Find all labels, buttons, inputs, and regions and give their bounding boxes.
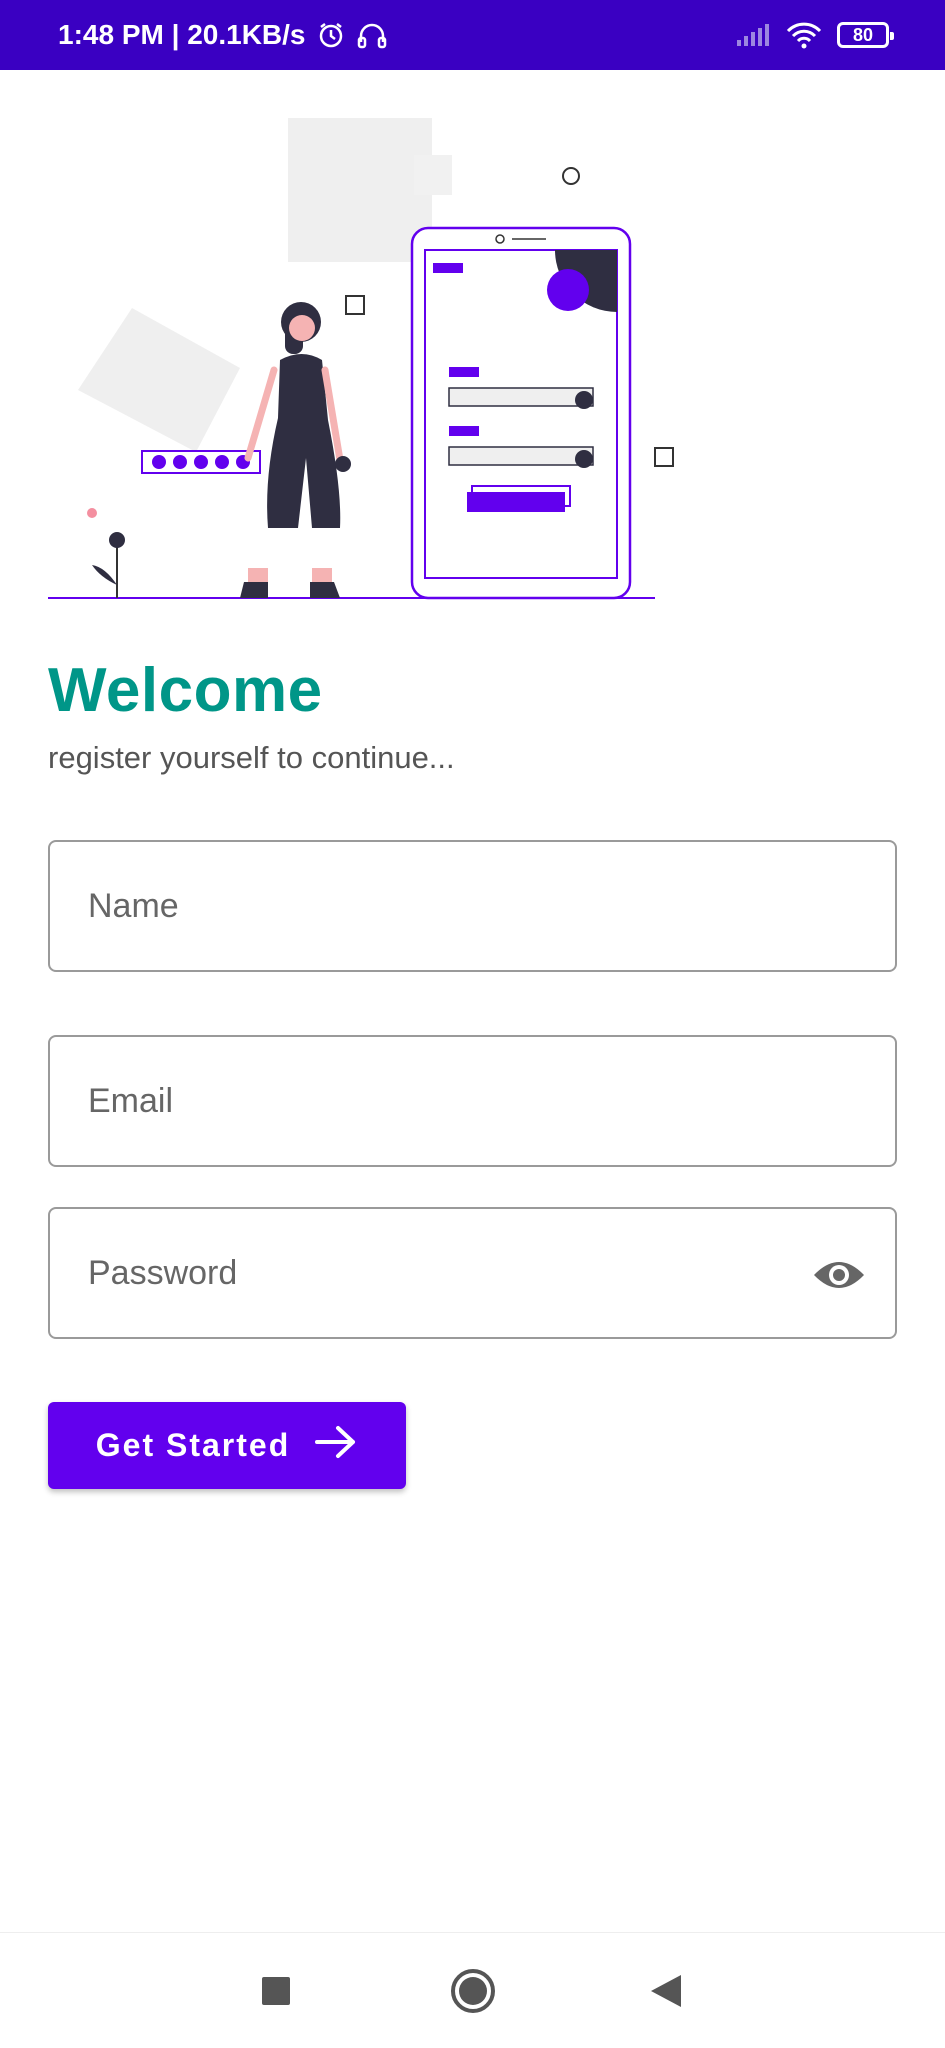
status-time: 1:48 PM | 20.1KB/s [58, 19, 306, 50]
battery-level: 80 [852, 24, 874, 45]
hero-illustration [0, 70, 945, 610]
get-started-button[interactable]: Get Started [48, 1402, 406, 1489]
alarm-icon [316, 20, 346, 50]
battery-icon: 80 [837, 22, 894, 48]
circle-icon[interactable] [443, 1961, 503, 2021]
triangle-back-icon[interactable] [636, 1961, 696, 2021]
name-input[interactable] [88, 886, 857, 926]
password-field[interactable] [48, 1207, 897, 1339]
headset-icon [356, 20, 388, 50]
get-started-label: Get Started [95, 1427, 291, 1463]
password-input[interactable] [88, 1253, 857, 1293]
status-left: 1:48 PM | 20.1KB/s [58, 19, 388, 51]
eye-icon[interactable] [811, 1247, 867, 1303]
signup-illustration [48, 118, 674, 600]
navigation-bar [0, 1932, 945, 2048]
name-field[interactable] [48, 840, 897, 972]
email-field[interactable] [48, 1035, 897, 1167]
status-bar: 1:48 PM | 20.1KB/s 80 [0, 0, 945, 70]
page-subtitle: register yourself to continue... [48, 740, 455, 775]
page-title: Welcome [48, 656, 323, 725]
square-icon[interactable] [246, 1961, 306, 2021]
arrow-right-icon [314, 1424, 358, 1468]
email-input[interactable] [88, 1081, 857, 1121]
status-right: 80 [735, 0, 894, 70]
wifi-icon [785, 20, 823, 50]
signal-icon [735, 22, 771, 48]
